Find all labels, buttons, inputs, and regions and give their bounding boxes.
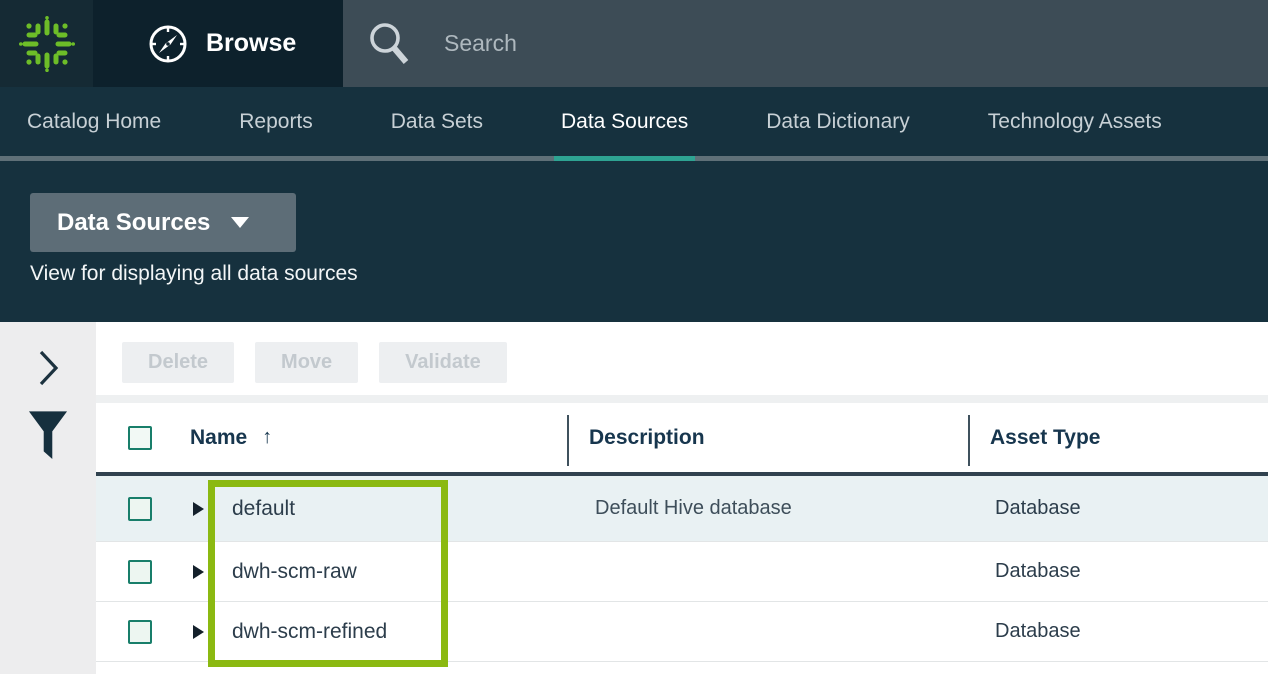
search-input[interactable] <box>444 30 1144 57</box>
search-icon <box>366 20 412 68</box>
delete-button[interactable]: Delete <box>122 342 234 383</box>
brand-logo-icon <box>19 16 75 72</box>
filter-sidebar <box>0 322 96 674</box>
row-name[interactable]: dwh-scm-raw <box>214 560 567 584</box>
row-description: Default Hive database <box>567 497 968 520</box>
select-all-checkbox[interactable] <box>128 426 152 450</box>
row-asset-type: Database <box>968 560 1268 583</box>
column-header-description: Description <box>567 403 968 472</box>
bulk-actions-toolbar: Delete Move Validate <box>96 322 1268 395</box>
name-column-label: Name <box>190 426 247 450</box>
view-description: View for displaying all data sources <box>30 262 358 286</box>
validate-button[interactable]: Validate <box>379 342 507 383</box>
catalog-nav: Catalog Home Reports Data Sets Data Sour… <box>0 87 1268 161</box>
view-header: Data Sources View for displaying all dat… <box>0 161 1268 322</box>
tab-data-dictionary[interactable]: Data Dictionary <box>766 87 910 156</box>
row-name[interactable]: dwh-scm-refined <box>214 620 567 644</box>
row-asset-type: Database <box>968 497 1268 520</box>
tab-catalog-home[interactable]: Catalog Home <box>27 87 161 156</box>
tab-reports[interactable]: Reports <box>239 87 313 156</box>
section-title: Browse <box>206 29 296 58</box>
table-row[interactable]: dwh-scm-raw Database <box>96 542 1268 602</box>
asset-type-column-label: Asset Type <box>990 426 1101 450</box>
content-area: Delete Move Validate Name ↑ Description … <box>0 322 1268 674</box>
row-asset-type: Database <box>968 620 1268 643</box>
topbar: Browse <box>0 0 1268 87</box>
global-search-bar <box>343 0 1268 87</box>
browse-section: Browse <box>93 0 343 87</box>
column-header-asset-type: Asset Type <box>968 403 1268 472</box>
filter-button[interactable] <box>28 411 68 470</box>
view-selector-label: Data Sources <box>57 209 210 237</box>
move-button[interactable]: Move <box>255 342 358 383</box>
toolbar-divider <box>96 395 1268 403</box>
row-expander-icon[interactable] <box>193 502 204 516</box>
expand-panel-button[interactable] <box>36 348 60 393</box>
filter-funnel-icon <box>28 411 68 465</box>
view-selector-dropdown[interactable]: Data Sources <box>30 193 296 252</box>
sort-ascending-icon: ↑ <box>262 426 272 449</box>
chevron-right-icon <box>36 348 60 388</box>
brand-logo[interactable] <box>0 0 93 87</box>
row-name[interactable]: default <box>214 497 567 521</box>
row-expander-icon[interactable] <box>193 625 204 639</box>
table-header-row: Name ↑ Description Asset Type <box>96 403 1268 476</box>
row-checkbox[interactable] <box>128 560 152 584</box>
row-checkbox[interactable] <box>128 497 152 521</box>
table-row[interactable]: dwh-scm-refined Database <box>96 602 1268 662</box>
row-checkbox[interactable] <box>128 620 152 644</box>
table-row[interactable]: default Default Hive database Database <box>96 476 1268 542</box>
data-sources-table: Delete Move Validate Name ↑ Description … <box>96 322 1268 674</box>
tab-data-sources[interactable]: Data Sources <box>561 87 688 156</box>
compass-icon <box>146 22 190 66</box>
description-column-label: Description <box>589 426 705 450</box>
tab-data-sets[interactable]: Data Sets <box>391 87 483 156</box>
caret-down-icon <box>231 217 249 228</box>
column-header-name[interactable]: Name ↑ <box>184 426 567 450</box>
tab-technology-assets[interactable]: Technology Assets <box>988 87 1162 156</box>
row-expander-icon[interactable] <box>193 565 204 579</box>
